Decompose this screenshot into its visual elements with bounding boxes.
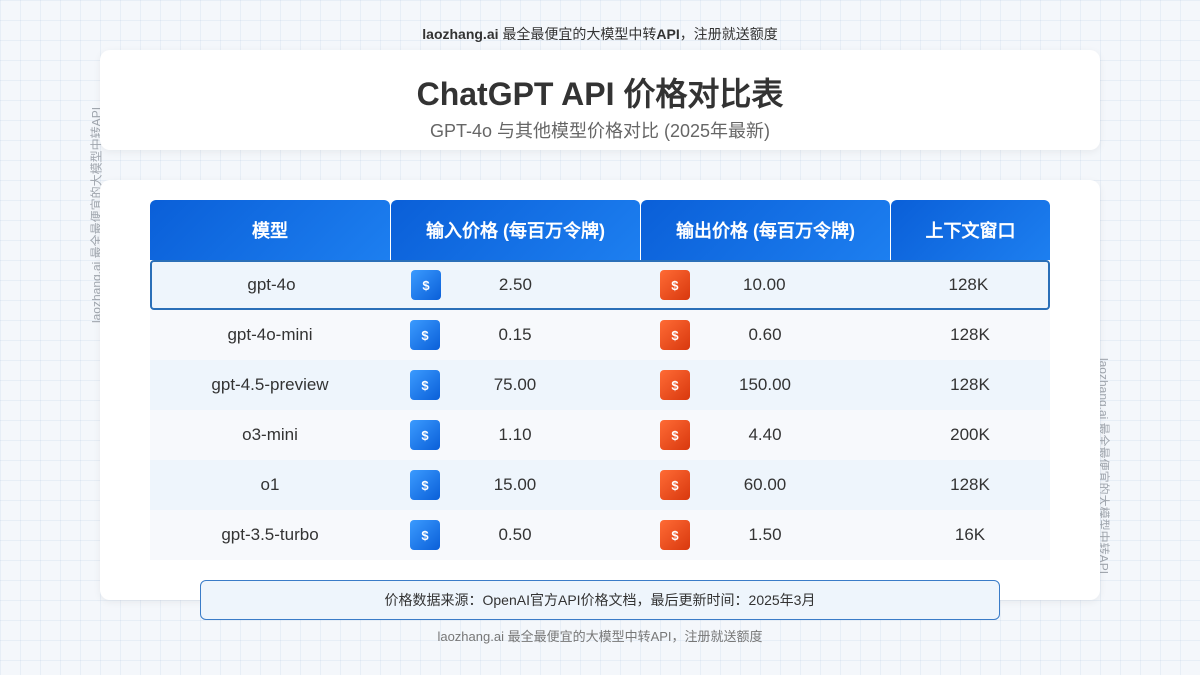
input-price: 75.00 <box>493 375 537 394</box>
table-card: 模型 输入价格 (每百万令牌) 输出价格 (每百万令牌) 上下文窗口 gpt-4… <box>100 180 1100 600</box>
dollar-icon: $ <box>660 370 690 400</box>
table-row: gpt-4.5-preview $ 75.00 $ 150.00 128K <box>150 360 1050 410</box>
table-row: gpt-3.5-turbo $ 0.50 $ 1.50 16K <box>150 510 1050 560</box>
input-price-cell: $ 2.50 <box>391 262 640 308</box>
model-name: o3-mini <box>242 425 298 444</box>
model-name: gpt-4o <box>247 275 296 294</box>
dollar-icon: $ <box>410 420 440 450</box>
context-window: 16K <box>954 525 986 544</box>
input-price: 0.50 <box>498 525 532 544</box>
output-price-cell: $ 1.50 <box>640 510 890 560</box>
dollar-icon: $ <box>410 520 440 550</box>
table-row: gpt-4o-mini $ 0.15 $ 0.60 128K <box>150 310 1050 360</box>
model-name: gpt-4o-mini <box>227 325 313 344</box>
model-name: o1 <box>260 475 280 494</box>
input-price: 0.15 <box>498 325 532 344</box>
source-note: 价格数据来源：OpenAI官方API价格文档，最后更新时间：2025年3月 <box>200 580 1000 620</box>
output-price: 0.60 <box>748 325 782 344</box>
dollar-icon: $ <box>660 520 690 550</box>
context-window: 128K <box>950 325 990 344</box>
column-header-output-price: 输出价格 (每百万令牌) <box>641 200 890 260</box>
price-table: 模型 输入价格 (每百万令牌) 输出价格 (每百万令牌) 上下文窗口 gpt-4… <box>150 200 1050 560</box>
input-price-cell: $ 75.00 <box>390 360 640 410</box>
banner-brand: laozhang.ai <box>422 26 499 42</box>
input-price-cell: $ 1.10 <box>390 410 640 460</box>
input-price: 15.00 <box>493 475 537 494</box>
input-price-cell: $ 15.00 <box>390 460 640 510</box>
banner-suffix: ，注册就送额度 <box>679 26 778 42</box>
footer-text: laozhang.ai 最全最便宜的大模型中转API，注册就送额度 <box>437 629 763 644</box>
dollar-icon: $ <box>660 470 690 500</box>
banner-api: API <box>656 26 680 42</box>
output-price: 10.00 <box>743 275 786 294</box>
context-window: 128K <box>948 275 989 294</box>
dollar-icon: $ <box>660 420 690 450</box>
context-window: 200K <box>950 425 990 444</box>
output-price-cell: $ 4.40 <box>640 410 890 460</box>
dollar-icon: $ <box>660 320 690 350</box>
dollar-icon: $ <box>410 470 440 500</box>
column-header-context-window: 上下文窗口 <box>891 200 1050 260</box>
output-price-cell: $ 0.60 <box>640 310 890 360</box>
table-row: o1 $ 15.00 $ 60.00 128K <box>150 460 1050 510</box>
output-price-cell: $ 60.00 <box>640 460 890 510</box>
table-row: o3-mini $ 1.10 $ 4.40 200K <box>150 410 1050 460</box>
input-price: 1.10 <box>498 425 532 444</box>
input-price-cell: $ 0.50 <box>390 510 640 560</box>
table-row: gpt-4o $ 2.50 $ 10.00 128K <box>150 260 1050 310</box>
title-card: ChatGPT API 价格对比表 GPT-4o 与其他模型价格对比 (2025… <box>100 50 1100 150</box>
output-price: 1.50 <box>748 525 782 544</box>
dollar-icon: $ <box>410 370 440 400</box>
banner-text: 最全最便宜的大模型中转 <box>498 26 657 42</box>
output-price: 60.00 <box>743 475 787 494</box>
column-header-model: 模型 <box>150 200 390 260</box>
top-banner: laozhang.ai 最全最便宜的大模型中转API，注册就送额度 <box>0 24 1200 44</box>
dollar-icon: $ <box>410 270 441 300</box>
page-subtitle: GPT-4o 与其他模型价格对比 (2025年最新) <box>429 121 771 141</box>
model-name: gpt-3.5-turbo <box>221 525 319 544</box>
context-window: 128K <box>950 375 990 394</box>
output-price: 4.40 <box>748 425 782 444</box>
input-price-cell: $ 0.15 <box>390 310 640 360</box>
input-price: 2.50 <box>498 275 532 294</box>
dollar-icon: $ <box>410 320 440 350</box>
output-price-cell: $ 10.00 <box>640 262 889 308</box>
dollar-icon: $ <box>659 270 690 300</box>
model-name: gpt-4.5-preview <box>211 375 329 394</box>
page-title: ChatGPT API 价格对比表 <box>416 76 784 112</box>
context-window: 128K <box>950 475 990 494</box>
output-price: 150.00 <box>739 375 791 394</box>
table-header: 模型 输入价格 (每百万令牌) 输出价格 (每百万令牌) 上下文窗口 <box>150 200 1050 260</box>
output-price-cell: $ 150.00 <box>640 360 890 410</box>
column-header-input-price: 输入价格 (每百万令牌) <box>391 200 640 260</box>
